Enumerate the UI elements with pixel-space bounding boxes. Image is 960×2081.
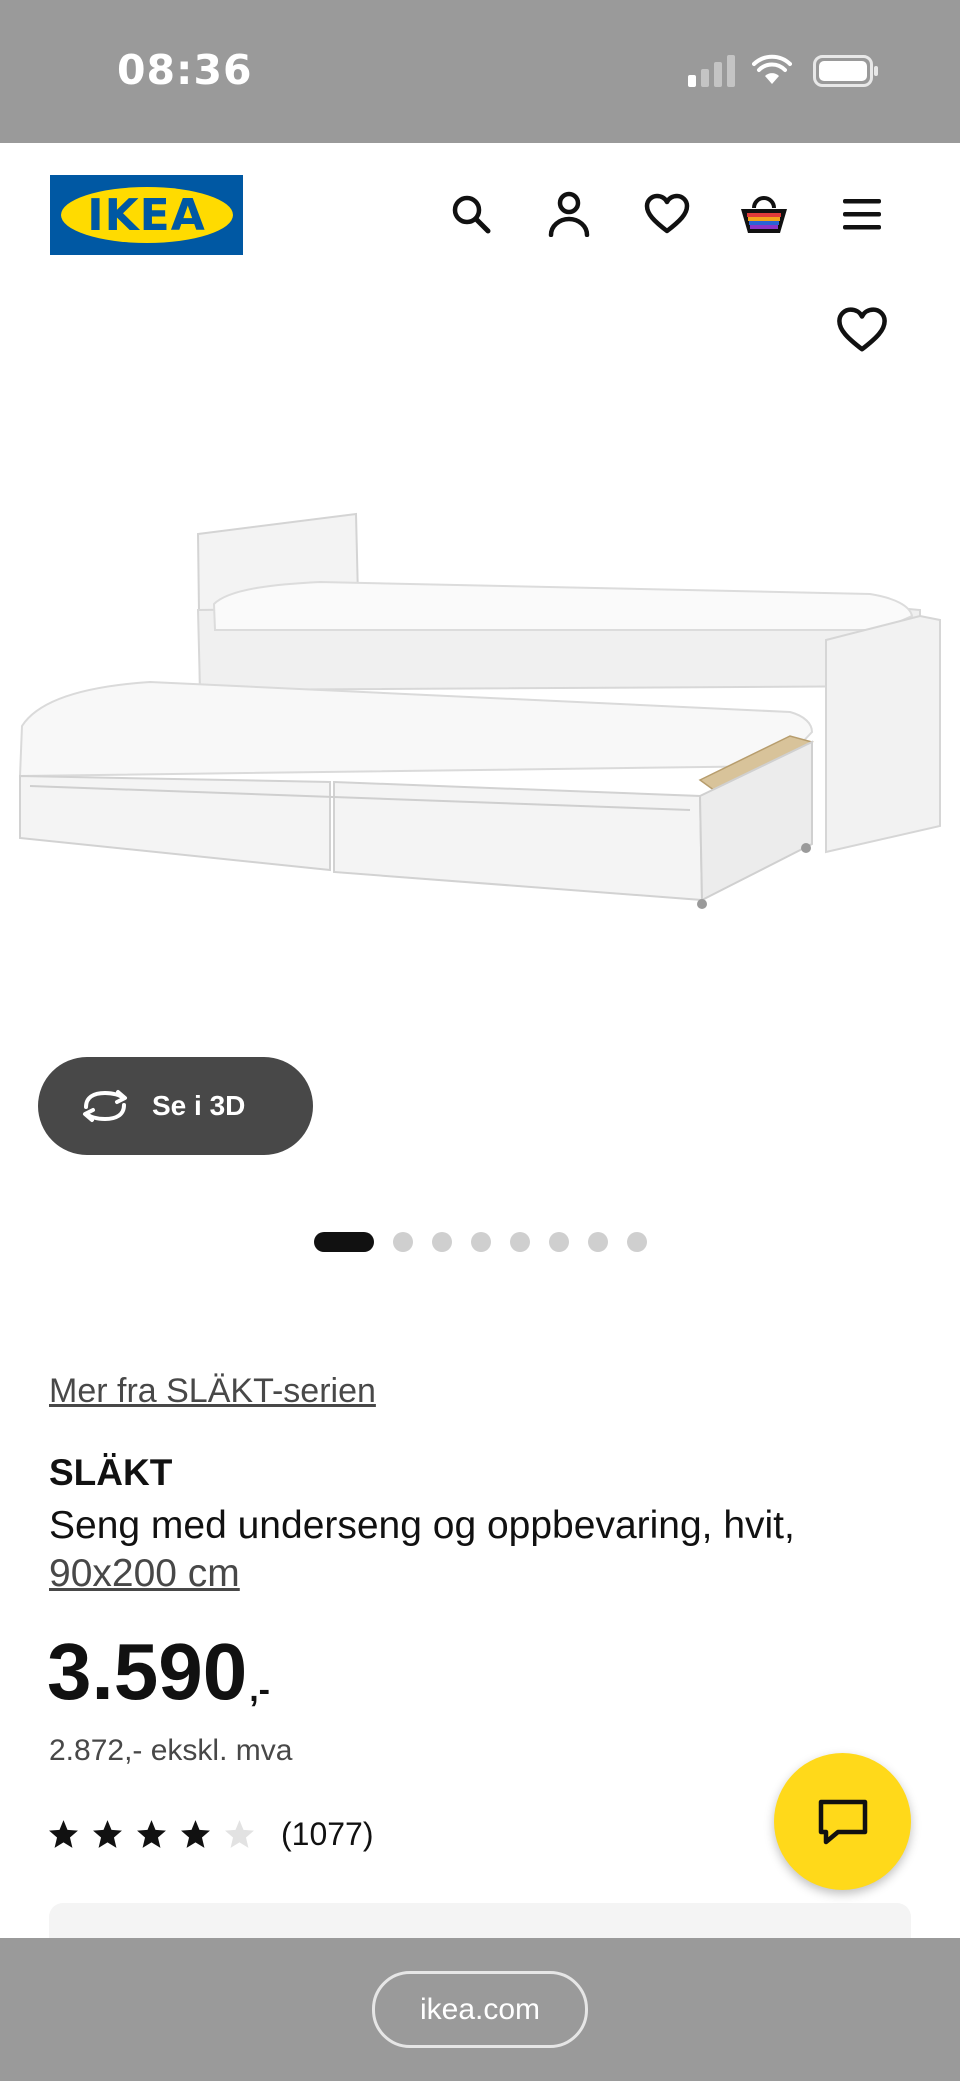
product-name: SLÄKT [49, 1452, 173, 1493]
carousel-dot-4[interactable] [471, 1232, 491, 1252]
star-filled-icon [93, 1819, 122, 1848]
carousel-dot-3[interactable] [432, 1232, 452, 1252]
wifi-icon [752, 54, 792, 84]
address-bar[interactable]: ikea.com [372, 1971, 588, 2048]
site-header: IKEA [0, 143, 960, 283]
product-description: Seng med underseng og oppbevaring, hvit,… [49, 1502, 909, 1598]
star-filled-icon [137, 1819, 166, 1848]
product-favorite-heart-icon[interactable] [836, 304, 888, 356]
status-bar: 08:36 [0, 0, 960, 143]
logo-text: IKEA [87, 189, 206, 241]
rating[interactable]: (1077) [47, 1812, 374, 1856]
price-integer: 3.590 [47, 1627, 248, 1716]
carousel-dot-1[interactable] [314, 1232, 374, 1252]
carousel-dot-6[interactable] [549, 1232, 569, 1252]
cellular-signal-icon [688, 55, 735, 87]
view-in-3d-label: Se i 3D [152, 1090, 246, 1121]
wishlist-heart-icon[interactable] [641, 188, 693, 240]
price: 3.590 ,- [47, 1632, 270, 1712]
battery-icon [813, 55, 878, 87]
ikea-logo[interactable]: IKEA [50, 175, 243, 255]
star-filled-icon [181, 1819, 210, 1848]
carousel-dot-5[interactable] [510, 1232, 530, 1252]
view-in-3d-button[interactable]: Se i 3D [38, 1057, 313, 1155]
price-suffix: ,- [249, 1671, 270, 1709]
star-filled-icon [49, 1819, 78, 1848]
rating-count: (1077) [281, 1815, 374, 1852]
search-icon[interactable] [445, 188, 497, 240]
account-icon[interactable] [543, 188, 595, 240]
carousel-dot-7[interactable] [588, 1232, 608, 1252]
carousel-dot-2[interactable] [393, 1232, 413, 1252]
product-description-text: Seng med underseng og oppbevaring, hvit, [49, 1504, 795, 1547]
series-link[interactable]: Mer fra SLÄKT-serien [49, 1372, 376, 1411]
browser-bottom-bar: ikea.com [0, 1938, 960, 2081]
product-page: 08:36 IKEA Se i 3D Mer fra SLÄKT-serien … [0, 0, 960, 2081]
rotate-3d-icon [83, 1090, 127, 1122]
price-excl-vat: 2.872,- ekskl. mva [49, 1734, 293, 1767]
carousel-dot-8[interactable] [627, 1232, 647, 1252]
product-image[interactable] [0, 480, 960, 960]
menu-icon[interactable] [836, 188, 888, 240]
size-link[interactable]: 90x200 cm [49, 1552, 240, 1595]
logo-oval: IKEA [60, 187, 233, 243]
status-time: 08:36 [117, 46, 253, 94]
chat-button[interactable] [774, 1753, 911, 1890]
basket-icon[interactable] [738, 188, 790, 240]
star-empty-icon [225, 1819, 254, 1848]
chat-icon [818, 1799, 867, 1844]
url-text: ikea.com [419, 1992, 541, 2026]
carousel-indicator [314, 1231, 647, 1253]
